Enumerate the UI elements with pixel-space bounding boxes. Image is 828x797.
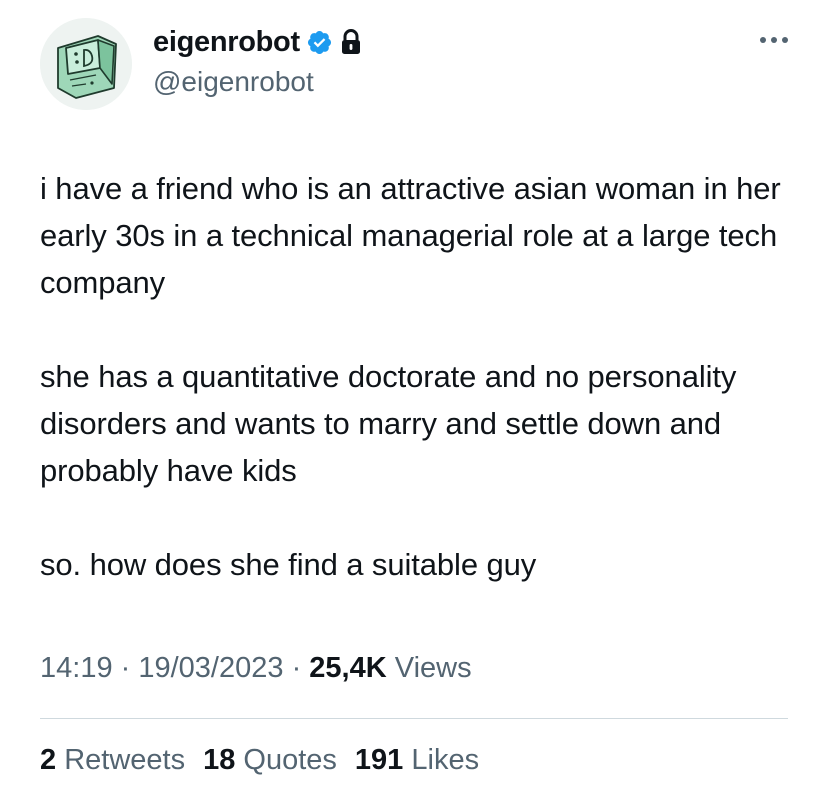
quotes-count: 18 [203,744,236,776]
tweet-time[interactable]: 14:19 [40,652,113,684]
author-handle[interactable]: @eigenrobot [153,66,314,98]
retweets-stat[interactable]: 2 Retweets [40,744,185,777]
tweet-paragraph: she has a quantitative doctorate and no … [40,359,737,488]
divider [40,718,788,719]
likes-count: 191 [354,744,404,776]
tweet-date[interactable]: 19/03/2023 [138,652,283,684]
author-display-name[interactable]: eigenrobot [153,26,300,59]
tweet-meta: 14:19 · 19/03/2023 · 25,4K Views [40,652,472,685]
retweets-count: 2 [40,744,57,776]
views-count: 25,4K [309,652,387,684]
verified-badge-icon[interactable] [306,29,333,56]
meta-separator: · [112,652,139,684]
more-horizontal-icon[interactable] [756,28,792,52]
retweets-label: Retweets [56,744,186,776]
tweet-paragraph: so. how does she find a suitable guy [40,547,537,582]
quotes-stat[interactable]: 18 Quotes [203,744,337,777]
likes-label: Likes [403,744,480,776]
meta-separator: · [283,652,310,684]
tweet-stats: 2 Retweets 18 Quotes 191 Likes [40,744,479,777]
lock-icon [339,29,363,55]
computer-sticker-avatar-icon [40,18,132,110]
tweet-text: i have a friend who is an attractive asi… [40,165,800,588]
quotes-label: Quotes [235,744,337,776]
author-name-row: eigenrobot [153,24,363,60]
views-label: Views [386,652,472,684]
tweet-paragraph: i have a friend who is an attractive asi… [40,171,781,300]
likes-stat[interactable]: 191 Likes [355,744,479,777]
avatar[interactable] [40,18,132,110]
